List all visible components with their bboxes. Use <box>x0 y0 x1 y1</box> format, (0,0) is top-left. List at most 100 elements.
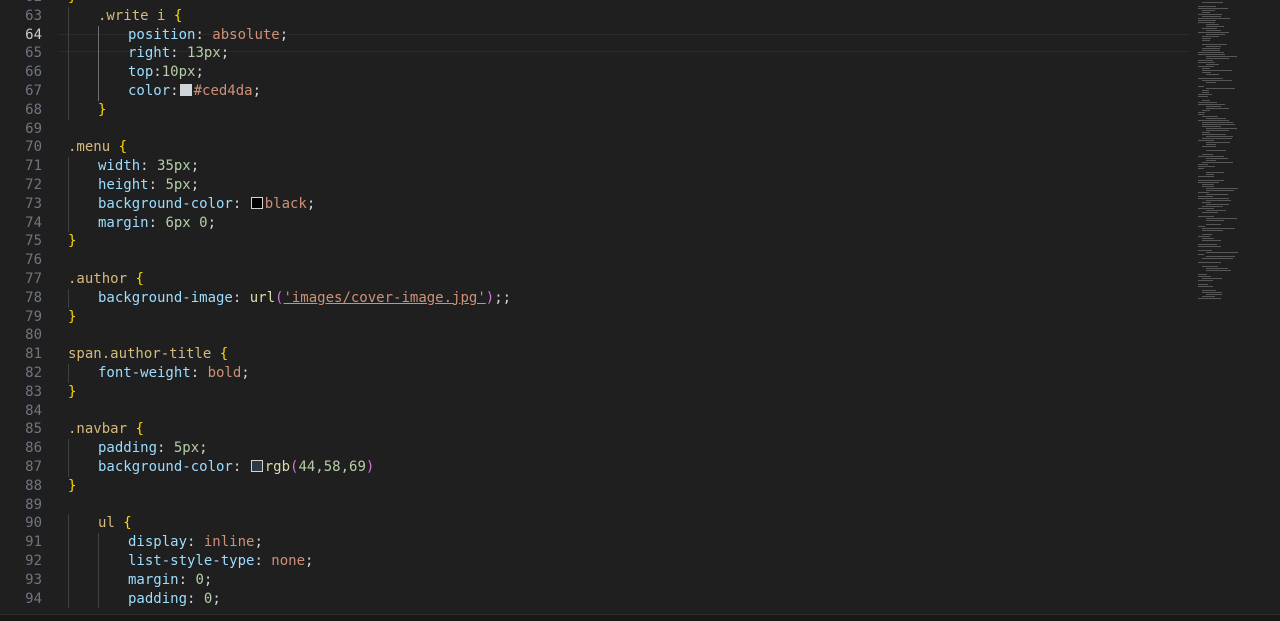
line-number[interactable]: 71 <box>0 157 50 176</box>
minimap-line <box>1202 122 1233 123</box>
line-number[interactable]: 70 <box>0 138 50 157</box>
line-number[interactable]: 62 <box>0 0 50 7</box>
code-line[interactable]: color: #ced4da; <box>68 82 1168 101</box>
color-swatch[interactable] <box>250 459 263 472</box>
minimap-line <box>1202 50 1220 51</box>
code-line[interactable]: .navbar { <box>68 420 1168 439</box>
line-number[interactable]: 69 <box>0 120 50 139</box>
code-line[interactable]: background-color: rgb(44,58,69) <box>68 458 1168 477</box>
minimap-line <box>1206 106 1221 107</box>
code-line[interactable]: .menu { <box>68 138 1168 157</box>
code-line[interactable]: width: 35px; <box>68 157 1168 176</box>
code-line[interactable] <box>68 402 1168 421</box>
minimap-line <box>1198 60 1213 61</box>
line-number[interactable]: 89 <box>0 496 50 515</box>
minimap-line <box>1198 298 1221 299</box>
line-number[interactable]: 93 <box>0 571 50 590</box>
minimap-line <box>1198 32 1229 33</box>
code-line[interactable]: .author { <box>68 270 1168 289</box>
line-number[interactable]: 92 <box>0 552 50 571</box>
code-line[interactable]: background-color: black; <box>68 195 1168 214</box>
code-line[interactable]: font-weight: bold; <box>68 364 1168 383</box>
code-line[interactable]: position: absolute; <box>68 26 1168 45</box>
code-line[interactable]: margin: 0; <box>68 571 1168 590</box>
code-token: absolute <box>212 26 280 43</box>
line-number-gutter[interactable]: 6263646566676869707172737475767778798081… <box>0 0 50 608</box>
line-number[interactable]: 74 <box>0 214 50 233</box>
code-line[interactable]: display: inline; <box>68 533 1168 552</box>
line-number[interactable]: 94 <box>0 590 50 609</box>
line-number[interactable]: 90 <box>0 514 50 533</box>
minimap-line <box>1198 192 1209 193</box>
code-token: ; <box>279 26 289 43</box>
minimap-line <box>1202 48 1220 49</box>
line-number[interactable]: 75 <box>0 232 50 251</box>
line-number[interactable]: 84 <box>0 402 50 421</box>
code-line[interactable]: height: 5px; <box>68 176 1168 195</box>
code-token: ; <box>190 176 200 193</box>
line-number[interactable]: 87 <box>0 458 50 477</box>
code-area[interactable]: } .write i {position: absolute;right: 13p… <box>68 0 1168 608</box>
code-line[interactable]: span.author-title { <box>68 345 1168 364</box>
code-token: url <box>249 289 276 306</box>
line-number[interactable]: 77 <box>0 270 50 289</box>
code-line[interactable]: } <box>68 477 1168 496</box>
minimap-line <box>1202 278 1222 279</box>
code-line[interactable]: } <box>68 383 1168 402</box>
code-editor[interactable]: 6263646566676869707172737475767778798081… <box>0 0 1280 621</box>
code-line[interactable] <box>68 496 1168 515</box>
line-number[interactable]: 83 <box>0 383 50 402</box>
line-number[interactable]: 76 <box>0 251 50 270</box>
code-token: } <box>68 0 76 5</box>
minimap[interactable] <box>1190 0 1280 621</box>
minimap-line <box>1198 20 1216 21</box>
line-number[interactable]: 81 <box>0 345 50 364</box>
line-number[interactable]: 88 <box>0 477 50 496</box>
code-line[interactable]: } <box>68 232 1168 251</box>
code-token: ; <box>305 552 314 569</box>
line-number[interactable]: 72 <box>0 176 50 195</box>
code-line[interactable] <box>68 251 1168 270</box>
code-line[interactable]: right: 13px; <box>68 44 1168 63</box>
code-line[interactable] <box>68 120 1168 139</box>
line-number[interactable]: 73 <box>0 195 50 214</box>
code-line[interactable]: margin: 6px 0; <box>68 214 1168 233</box>
minimap-line <box>1198 54 1225 55</box>
line-number[interactable]: 65 <box>0 44 50 63</box>
line-number[interactable]: 68 <box>0 101 50 120</box>
code-line[interactable] <box>68 326 1168 345</box>
line-number[interactable]: 66 <box>0 63 50 82</box>
code-line[interactable]: } <box>68 0 1168 7</box>
code-line[interactable]: .write i { <box>68 7 1168 26</box>
line-number[interactable]: 80 <box>0 326 50 345</box>
code-line[interactable]: padding: 5px; <box>68 439 1168 458</box>
minimap-line <box>1206 160 1216 161</box>
minimap-line <box>1206 24 1219 25</box>
line-number[interactable]: 85 <box>0 420 50 439</box>
minimap-line <box>1206 150 1226 151</box>
code-line[interactable]: list-style-type: none; <box>68 552 1168 571</box>
code-line[interactable]: } <box>68 308 1168 327</box>
minimap-line <box>1202 28 1217 29</box>
line-number[interactable]: 78 <box>0 289 50 308</box>
code-token: 6px 0 <box>165 214 208 231</box>
line-number[interactable]: 67 <box>0 82 50 101</box>
code-line[interactable]: background-image: url('images/cover-imag… <box>68 289 1168 308</box>
line-number[interactable]: 82 <box>0 364 50 383</box>
code-line[interactable]: padding: 0; <box>68 590 1168 609</box>
code-line[interactable]: } <box>68 101 1168 120</box>
color-swatch[interactable] <box>250 196 263 209</box>
line-number[interactable]: 79 <box>0 308 50 327</box>
code-line[interactable]: top:10px; <box>68 63 1168 82</box>
line-number[interactable]: 86 <box>0 439 50 458</box>
color-swatch[interactable] <box>179 83 192 96</box>
minimap-line <box>1198 286 1213 287</box>
line-number[interactable]: 91 <box>0 533 50 552</box>
line-number[interactable]: 64 <box>0 26 50 45</box>
line-number[interactable]: 63 <box>0 7 50 26</box>
code-token: margin <box>98 214 149 231</box>
code-line[interactable]: ul { <box>68 514 1168 533</box>
minimap-line <box>1202 10 1215 11</box>
minimap-line <box>1206 64 1219 65</box>
minimap-line <box>1198 250 1212 251</box>
